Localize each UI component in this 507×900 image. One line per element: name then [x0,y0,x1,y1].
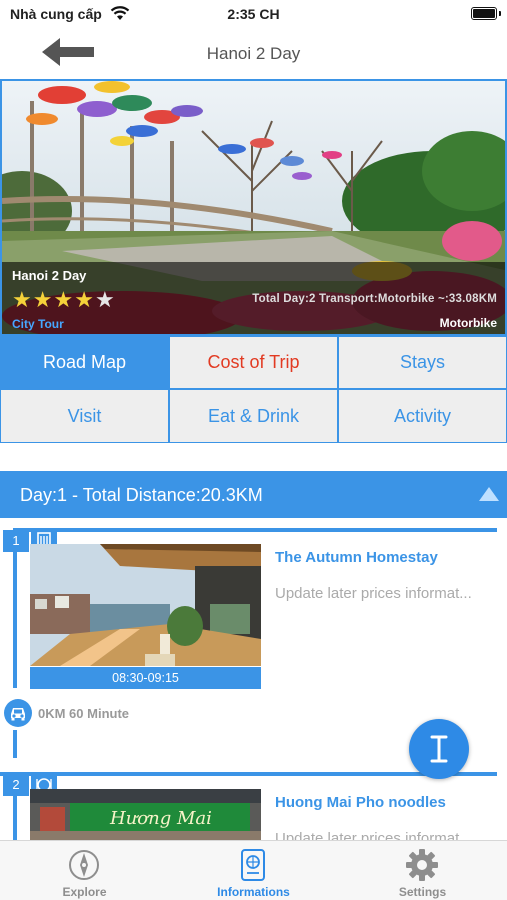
timeline-line [13,528,17,688]
stop-number: 2 [3,774,29,796]
tour-summary: Total Day:2 Transport:Motorbike ~:33.08K… [252,293,497,305]
stop-number: 1 [3,530,29,552]
navigation-bar: Hanoi 2 Day [0,30,507,78]
tab-label: Explore [62,885,107,899]
stop-info: Update later prices informat... [275,830,472,840]
status-bar: Nhà cung cấp 2:35 CH [0,0,507,30]
tab-activity[interactable]: Activity [338,389,507,443]
collapse-caret-icon[interactable] [479,487,499,501]
page-title: Hanoi 2 Day [206,44,301,63]
bottom-tab-bar: Explore Informations Settings [0,840,507,900]
stop-photo[interactable]: Hương Mai [30,789,261,840]
tab-settings[interactable]: Settings [338,841,507,900]
tab-label: Informations [217,885,290,899]
passport-icon [241,849,265,881]
tab-road-map[interactable]: Road Map [0,336,169,389]
clock: 2:35 CH [227,6,280,22]
tab-eat-drink[interactable]: Eat & Drink [169,389,338,443]
star-icon: ★ [32,287,53,312]
compass-icon [69,850,99,880]
tab-cost-of-trip[interactable]: Cost of Trip [169,336,338,389]
gear-icon [406,849,438,881]
floating-action-button[interactable] [409,719,469,779]
transit-duration: 0KM 60 Minute [38,706,130,721]
timeline-line [13,730,17,758]
section-tabs: Road Map Cost of Trip Stays Visit Eat & … [0,336,507,443]
star-icon: ★ [12,287,32,312]
tab-visit[interactable]: Visit [0,389,169,443]
stop-info: Update later prices informat... [275,585,472,602]
star-icon: ★ [53,287,74,312]
car-icon [4,699,32,727]
tour-transport: Motorbike [439,316,497,330]
tab-stays[interactable]: Stays [338,336,507,389]
stop-name[interactable]: The Autumn Homestay [275,549,438,566]
battery-icon [471,7,501,20]
stop-photo[interactable] [30,544,261,666]
star-icon: ★ [74,287,94,312]
svg-text:Hương Mai: Hương Mai [109,808,212,829]
tour-name: Hanoi 2 Day [12,268,87,283]
tour-category: City Tour [12,317,64,331]
tour-hero[interactable]: Hanoi 2 Day ★ ★ ★ ★ ★ City Tour Total Da… [0,79,507,336]
day-header[interactable]: Day:1 - Total Distance:20.3KM [0,471,507,518]
tab-label: Settings [398,885,447,899]
tab-informations[interactable]: Informations [169,841,338,900]
text-cursor-icon [430,735,448,763]
timeline-divider [13,528,497,532]
rating-stars: ★ ★ ★ ★ ★ [12,289,115,311]
star-empty-icon: ★ [94,287,115,312]
itinerary-timeline: 1 08:30-09:15 The Autumn Homestay Update… [0,518,507,840]
tab-explore[interactable]: Explore [0,841,169,900]
stop-name[interactable]: Huong Mai Pho noodles [275,794,446,811]
stop-time: 08:30-09:15 [30,667,261,689]
day-summary: Day:1 - Total Distance:20.3KM [20,485,263,505]
